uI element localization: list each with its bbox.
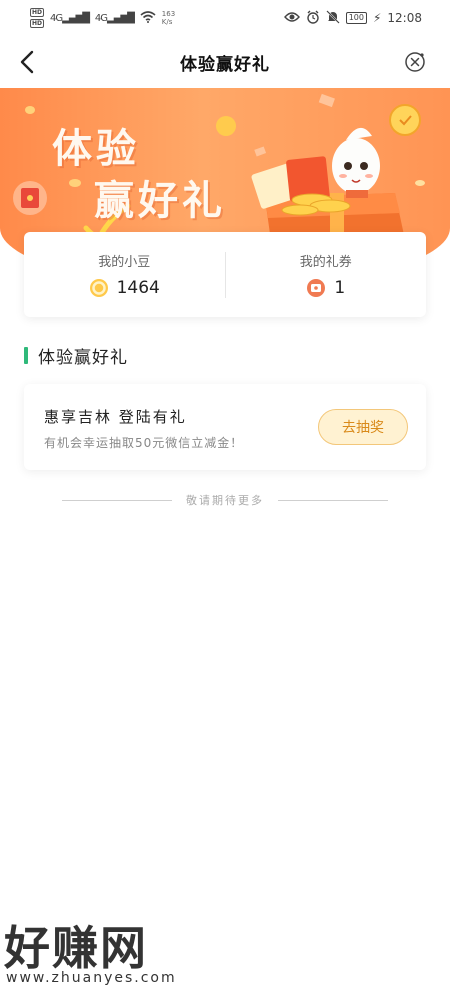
- my-beans[interactable]: 我的小豆 1464: [24, 232, 225, 317]
- beans-label: 我的小豆: [98, 255, 151, 270]
- activity-card[interactable]: 惠享吉林 登陆有礼 有机会幸运抽取50元微信立减金！ 去抽奖: [24, 384, 426, 470]
- network-indicator: 4G▂▄▆█: [50, 12, 90, 24]
- section-title: 体验赢好礼: [38, 348, 128, 368]
- clock: 12:08: [387, 11, 422, 25]
- watermark-url: www.zhuanyes.com: [6, 970, 177, 986]
- coupons-value: 1: [334, 278, 346, 298]
- close-button[interactable]: [404, 51, 426, 73]
- hd-badges: HD HD: [30, 8, 45, 28]
- status-right: 100 ⚡ 12:08: [283, 9, 422, 27]
- coupons-value-row: 1: [306, 278, 345, 298]
- back-button[interactable]: [14, 48, 42, 76]
- section-heading: 体验赢好礼: [24, 343, 128, 368]
- activity-description: 有机会幸运抽取50元微信立减金！: [44, 436, 244, 450]
- my-coupons[interactable]: 我的礼券 1: [226, 232, 427, 317]
- beans-value: 1464: [116, 278, 160, 298]
- draw-button[interactable]: 去抽奖: [318, 409, 408, 445]
- watermark: 好赚网 www.zhuanyes.com: [0, 912, 200, 1000]
- watermark-logo-text: 好赚网: [4, 921, 148, 975]
- network-indicator: 4G▂▄▆█: [94, 12, 135, 24]
- banner-headline-2: 赢好礼: [94, 178, 226, 224]
- divider-line: [278, 499, 388, 501]
- close-circle-icon: [405, 52, 425, 72]
- hd-badge: HD: [30, 19, 45, 28]
- chevron-left-icon: [20, 50, 34, 74]
- beans-value-row: 1464: [89, 278, 160, 298]
- alarm-icon: [306, 10, 320, 27]
- mute-icon: [325, 9, 340, 27]
- list-end-divider: 敬请期待更多: [62, 492, 388, 508]
- battery-indicator: 100: [345, 12, 367, 24]
- wifi-icon: [140, 10, 156, 26]
- divider-line: [62, 499, 172, 501]
- eye-icon: [283, 11, 300, 26]
- navigation-bar: 体验赢好礼: [0, 38, 450, 86]
- coin-icon: [89, 279, 108, 297]
- assets-summary-card: 我的小豆 1464 我的礼券 1: [24, 232, 426, 317]
- hd-badge: HD: [30, 8, 45, 17]
- status-bar: HD HD 4G▂▄▆█ 4G▂▄▆█ 163 K/s 100 ⚡ 12:08: [0, 0, 450, 36]
- activity-title: 惠享吉林 登陆有礼: [44, 408, 187, 426]
- status-left: HD HD 4G▂▄▆█ 4G▂▄▆█ 163 K/s: [30, 8, 175, 28]
- charging-icon: ⚡: [372, 11, 382, 25]
- coupons-label: 我的礼券: [299, 255, 352, 270]
- page-title: 体验赢好礼: [180, 54, 270, 75]
- banner-headline-1: 体验: [52, 126, 140, 172]
- list-end-text: 敬请期待更多: [186, 494, 264, 507]
- section-accent-bar: [24, 347, 28, 364]
- coupon-icon: [307, 279, 326, 297]
- net-speed: 163 K/s: [161, 10, 176, 26]
